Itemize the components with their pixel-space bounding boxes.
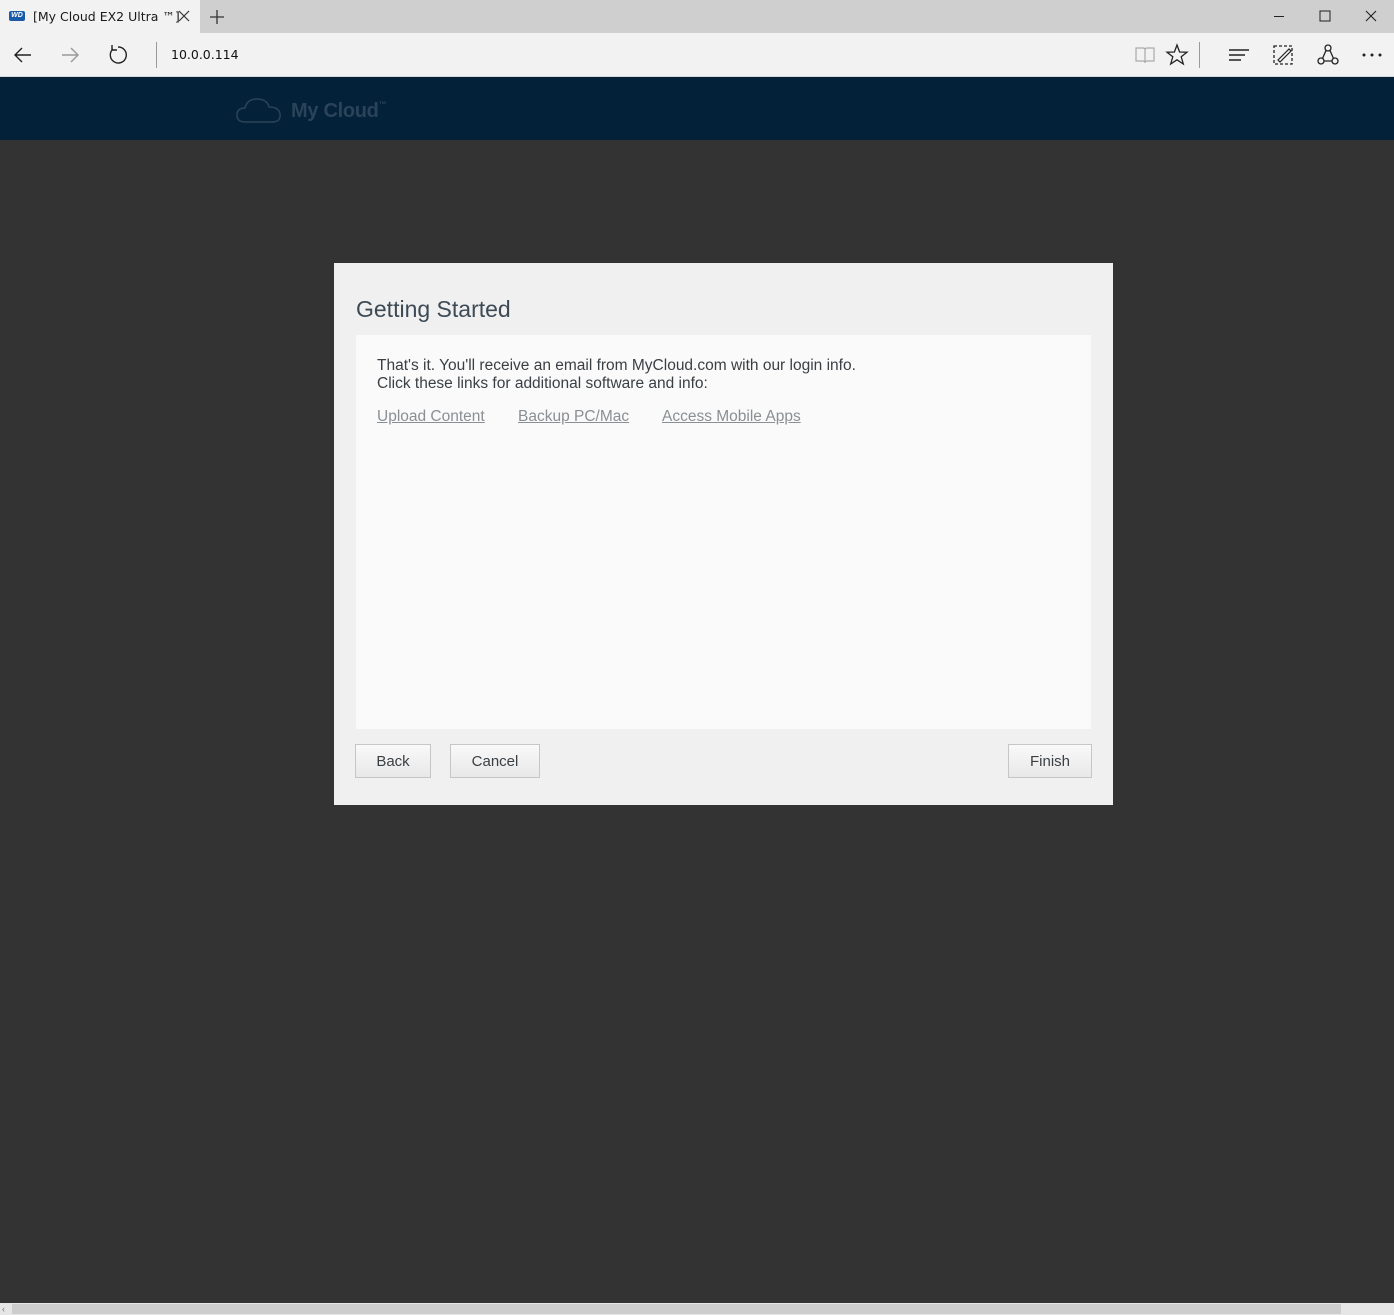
web-note-icon[interactable]: [1270, 42, 1296, 68]
title-bar: WD [My Cloud EX2 Ultra ™]: [0, 0, 1394, 33]
refresh-icon[interactable]: [105, 42, 131, 68]
message-line-1: That's it. You'll receive an email from …: [377, 357, 856, 374]
tab-title: [My Cloud EX2 Ultra ™]: [33, 9, 180, 24]
horizontal-scrollbar[interactable]: ‹: [0, 1303, 1394, 1315]
back-button[interactable]: Back: [355, 744, 431, 778]
back-arrow-icon[interactable]: [10, 42, 36, 68]
dialog-message: That's it. You'll receive an email from …: [377, 357, 856, 393]
upload-content-link[interactable]: Upload Content: [377, 408, 485, 426]
brand-logo: My Cloud™: [291, 100, 387, 123]
toolbar-divider: [1199, 42, 1200, 68]
brand-trademark: ™: [378, 100, 387, 109]
dialog-body: That's it. You'll receive an email from …: [356, 335, 1091, 729]
finish-button[interactable]: Finish: [1008, 744, 1092, 778]
getting-started-dialog: Getting Started That's it. You'll receiv…: [334, 263, 1113, 805]
new-tab-icon[interactable]: [207, 7, 227, 27]
hub-icon[interactable]: [1226, 42, 1252, 68]
cloud-logo-icon: [236, 98, 281, 123]
minimize-icon[interactable]: [1256, 0, 1302, 33]
scrollbar-thumb[interactable]: [12, 1304, 1341, 1314]
reading-view-icon[interactable]: [1132, 42, 1158, 68]
brand-name: My Cloud: [291, 100, 379, 122]
more-icon[interactable]: [1359, 42, 1385, 68]
tab-close-icon[interactable]: [176, 8, 192, 24]
maximize-icon[interactable]: [1302, 0, 1348, 33]
favicon-icon: WD: [9, 11, 25, 21]
favorite-star-icon[interactable]: [1164, 42, 1190, 68]
browser-tab[interactable]: WD [My Cloud EX2 Ultra ™]: [0, 0, 200, 33]
dialog-title: Getting Started: [356, 296, 511, 322]
backup-pc-mac-link[interactable]: Backup PC/Mac: [518, 408, 629, 426]
cancel-button[interactable]: Cancel: [450, 744, 540, 778]
address-bar: 10.0.0.114: [0, 33, 1394, 77]
message-line-2: Click these links for additional softwar…: [377, 375, 708, 392]
share-icon[interactable]: [1315, 42, 1341, 68]
address-divider: [156, 42, 157, 68]
access-mobile-apps-link[interactable]: Access Mobile Apps: [662, 408, 801, 426]
app-header: My Cloud™: [0, 77, 1394, 140]
forward-arrow-icon[interactable]: [57, 42, 83, 68]
scroll-left-icon[interactable]: ‹: [2, 1303, 5, 1315]
window-close-icon[interactable]: [1348, 0, 1394, 33]
url-input[interactable]: 10.0.0.114: [171, 47, 239, 62]
